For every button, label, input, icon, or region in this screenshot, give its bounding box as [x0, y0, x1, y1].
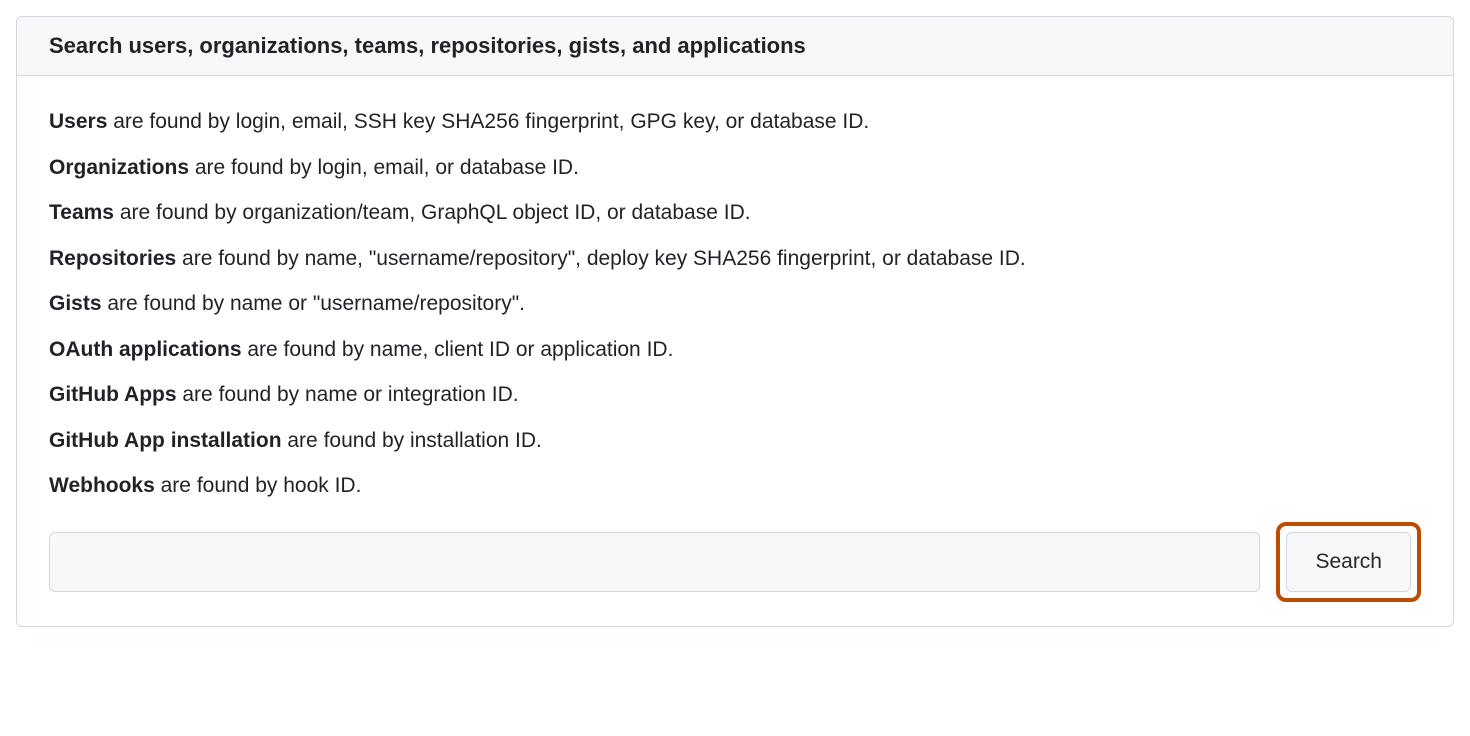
help-line-github-apps: GitHub Apps are found by name or integra… — [49, 379, 1421, 411]
help-bold: Webhooks — [49, 474, 155, 497]
help-line-repositories: Repositories are found by name, "usernam… — [49, 243, 1421, 275]
help-bold: OAuth applications — [49, 338, 242, 361]
search-button[interactable]: Search — [1286, 532, 1411, 592]
help-line-teams: Teams are found by organization/team, Gr… — [49, 197, 1421, 229]
help-line-github-app-installation: GitHub App installation are found by ins… — [49, 425, 1421, 457]
help-bold: Organizations — [49, 156, 189, 179]
help-bold: GitHub Apps — [49, 383, 177, 406]
help-bold: Users — [49, 110, 107, 133]
help-rest: are found by login, email, or database I… — [189, 156, 579, 179]
help-bold: Gists — [49, 292, 102, 315]
help-rest: are found by hook ID. — [155, 474, 362, 497]
help-bold: GitHub App installation — [49, 429, 282, 452]
search-row: Search — [49, 522, 1421, 602]
help-line-gists: Gists are found by name or "username/rep… — [49, 288, 1421, 320]
help-bold: Teams — [49, 201, 114, 224]
help-line-webhooks: Webhooks are found by hook ID. — [49, 470, 1421, 502]
panel-header: Search users, organizations, teams, repo… — [17, 17, 1453, 76]
panel-title: Search users, organizations, teams, repo… — [49, 33, 1421, 59]
search-button-highlight: Search — [1276, 522, 1421, 602]
help-rest: are found by name or "username/repositor… — [102, 292, 525, 315]
help-rest: are found by name, "username/repository"… — [176, 247, 1026, 270]
help-rest: are found by login, email, SSH key SHA25… — [107, 110, 869, 133]
help-line-users: Users are found by login, email, SSH key… — [49, 106, 1421, 138]
help-rest: are found by installation ID. — [282, 429, 542, 452]
help-line-oauth-applications: OAuth applications are found by name, cl… — [49, 334, 1421, 366]
help-rest: are found by name, client ID or applicat… — [242, 338, 674, 361]
panel-body: Users are found by login, email, SSH key… — [17, 76, 1453, 626]
help-rest: are found by name or integration ID. — [177, 383, 519, 406]
help-rest: are found by organization/team, GraphQL … — [114, 201, 751, 224]
search-panel: Search users, organizations, teams, repo… — [16, 16, 1454, 627]
search-input[interactable] — [49, 532, 1260, 592]
help-line-organizations: Organizations are found by login, email,… — [49, 152, 1421, 184]
help-bold: Repositories — [49, 247, 176, 270]
